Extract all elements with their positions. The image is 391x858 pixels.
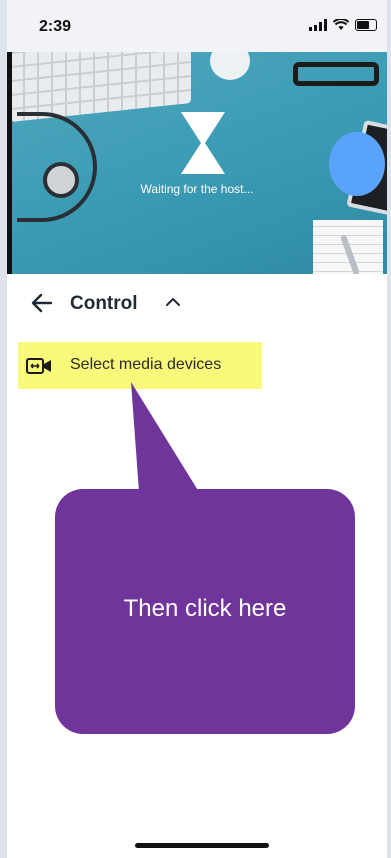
mouse-image	[210, 52, 250, 80]
back-arrow-icon[interactable]	[29, 290, 55, 316]
hourglass-icon	[181, 112, 225, 174]
video-left-border	[7, 52, 12, 274]
waiting-for-host-text: Waiting for the host...	[140, 182, 254, 196]
wifi-icon	[333, 19, 349, 30]
video-preview: Waiting for the host...	[7, 52, 387, 274]
battery-icon	[355, 19, 377, 31]
chevron-up-icon[interactable]	[164, 293, 182, 311]
media-devices-icon	[26, 358, 51, 374]
instruction-callout: Then click here	[55, 489, 355, 734]
callout-text: Then click here	[123, 595, 287, 622]
control-title: Control	[70, 293, 138, 314]
select-media-devices-button[interactable]: Select media devices	[18, 342, 262, 389]
phone-screen: 2:39 Waiting for the host... Control Sel…	[7, 0, 387, 858]
home-indicator[interactable]	[135, 843, 269, 848]
glasses-image	[293, 62, 379, 86]
control-header: Control	[7, 282, 387, 326]
select-media-devices-label: Select media devices	[70, 356, 222, 373]
signal-icon	[309, 19, 327, 31]
status-icons	[309, 19, 377, 31]
status-bar: 2:39	[7, 0, 387, 52]
status-time: 2:39	[39, 18, 72, 35]
